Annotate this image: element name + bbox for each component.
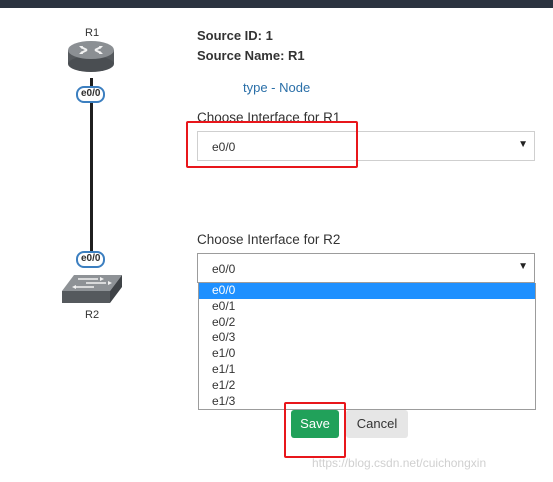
dropdown-option[interactable]: e1/1: [199, 362, 535, 378]
annotation-box-r1: [186, 121, 358, 168]
node-label-r1: R1: [85, 27, 100, 39]
source-name: Source Name: R1: [197, 48, 305, 63]
r2-interface-value: e0/0: [212, 262, 236, 276]
interface-pill-r2: e0/0: [76, 251, 106, 268]
dropdown-option[interactable]: e1/3: [199, 394, 535, 410]
top-bar: [0, 0, 553, 8]
dropdown-option[interactable]: e0/0: [199, 283, 535, 299]
chevron-down-icon: ▼: [518, 261, 528, 272]
type-link[interactable]: type - Node: [243, 80, 310, 95]
node-label-r2: R2: [85, 309, 100, 321]
annotation-box-save: [284, 402, 346, 458]
dropdown-option[interactable]: e0/1: [199, 299, 535, 315]
switch-icon[interactable]: [60, 273, 124, 310]
link-line: [90, 78, 93, 256]
dropdown-option[interactable]: e0/3: [199, 330, 535, 346]
dropdown-option[interactable]: e1/0: [199, 346, 535, 362]
r2-interface-select[interactable]: e0/0 ▼: [197, 253, 535, 283]
r2-interface-options: e0/0 e0/1 e0/2 e0/3 e1/0 e1/1 e1/2 e1/3: [198, 283, 536, 410]
watermark: https://blog.csdn.net/cuichongxin: [312, 456, 487, 470]
chevron-down-icon: ▼: [518, 139, 528, 150]
source-id: Source ID: 1: [197, 28, 273, 43]
dropdown-option[interactable]: e1/2: [199, 378, 535, 394]
interface-pill-r1: e0/0: [76, 86, 106, 103]
dropdown-option[interactable]: e0/2: [199, 315, 535, 331]
cancel-button[interactable]: Cancel: [346, 410, 408, 438]
r2-interface-label: Choose Interface for R2: [197, 232, 341, 247]
router-icon[interactable]: [67, 40, 115, 79]
